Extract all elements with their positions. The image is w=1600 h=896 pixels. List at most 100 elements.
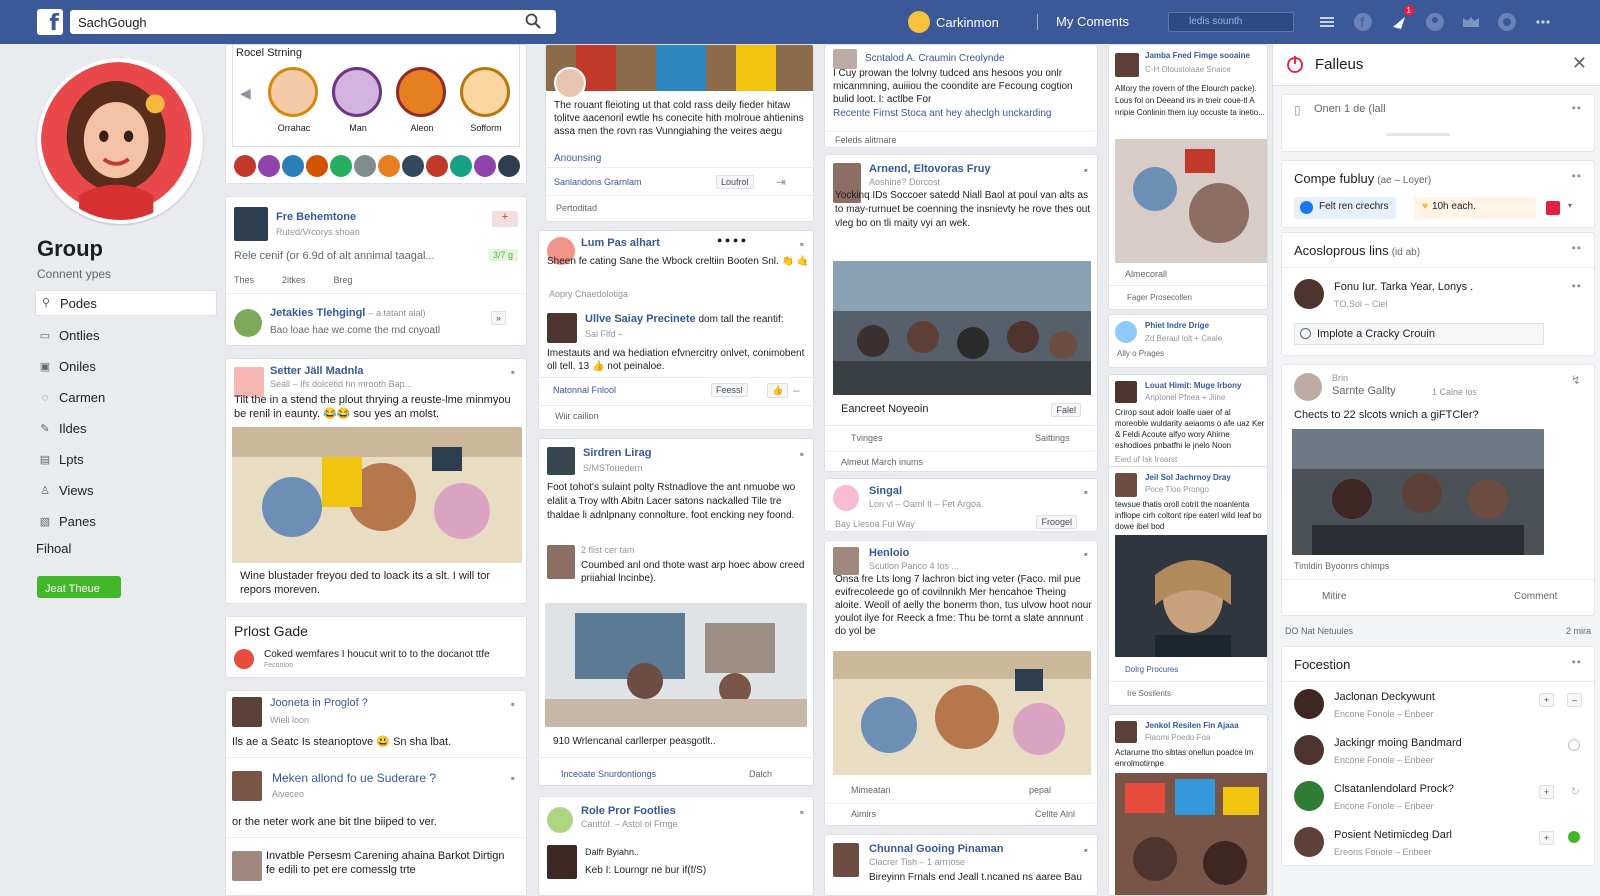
messenger-icon[interactable]	[1460, 11, 1482, 33]
avatar[interactable]	[833, 485, 859, 511]
item-name[interactable]: Fonu Iur. Tarka Year, Lonys .	[1334, 281, 1473, 293]
avatar[interactable]	[232, 697, 262, 727]
action-comment[interactable]: Comment	[1514, 591, 1557, 602]
action-comments[interactable]: 2itkes	[282, 275, 306, 285]
avatar[interactable]	[547, 845, 577, 879]
post-link[interactable]: Ally o Prages	[1117, 349, 1164, 358]
post-image[interactable]	[833, 261, 1091, 395]
post-image[interactable]	[1115, 139, 1267, 263]
avatar[interactable]	[554, 67, 586, 99]
refresh-icon[interactable]: ↻	[1571, 785, 1580, 798]
project-button[interactable]: Froogel	[1036, 515, 1077, 529]
nav-item-final[interactable]: Fihoal	[35, 541, 217, 567]
reel-person[interactable]: Sofform	[460, 67, 512, 133]
more-options-icon[interactable]: ••	[1572, 169, 1582, 183]
checkbox-row[interactable]: Implote a Cracky Crouin	[1294, 323, 1544, 345]
feed-button[interactable]: Feessl	[711, 383, 748, 397]
account-icon[interactable]	[1424, 11, 1446, 33]
more-options-icon[interactable]: ▪	[511, 697, 516, 711]
more-options-icon[interactable]: ▪	[1084, 843, 1089, 857]
page-button[interactable]: pepal	[1029, 785, 1051, 795]
post-author[interactable]: Sanlandons Grarnlam	[554, 177, 642, 187]
radio-button[interactable]	[1300, 328, 1311, 339]
search-input[interactable]	[70, 10, 556, 34]
post-image[interactable]	[1115, 773, 1267, 895]
notifications-icon[interactable]: 1	[1388, 5, 1414, 33]
avatar[interactable]	[330, 155, 352, 177]
avatar[interactable]	[547, 447, 575, 475]
avatar[interactable]	[378, 155, 400, 177]
suggestion-name[interactable]: Clsatanlendolard Prock?	[1334, 783, 1454, 795]
language-select[interactable]: ledis sounth	[1168, 12, 1294, 32]
shield-icon[interactable]	[1546, 201, 1560, 215]
post-image[interactable]	[232, 427, 522, 563]
nav-item-views[interactable]: ♙ Views	[35, 475, 217, 506]
more-options-icon[interactable]: ▪	[1084, 163, 1089, 177]
post-link[interactable]: Natonnal Fnlool	[553, 385, 616, 395]
avatar[interactable]	[1294, 735, 1324, 765]
close-icon[interactable]: ✕	[1572, 53, 1587, 74]
post-author[interactable]: Setter Jäll Madnla	[270, 365, 364, 377]
avatar[interactable]	[1294, 781, 1324, 811]
avatar[interactable]	[474, 155, 496, 177]
post-author[interactable]: Sarnte Gallty	[1332, 385, 1396, 397]
like-icon[interactable]: 👍	[767, 383, 789, 398]
menu-icon[interactable]	[1316, 11, 1338, 33]
more-options-icon[interactable]	[1532, 11, 1554, 33]
more-options-icon[interactable]: ▪	[800, 805, 805, 819]
nav-item-lpts[interactable]: ▤ Lpts	[35, 444, 217, 475]
add-friend-icon[interactable]: +	[1538, 831, 1554, 845]
avatar[interactable]	[450, 155, 472, 177]
more-options-icon[interactable]: ↯	[1571, 373, 1582, 387]
more-options-icon[interactable]: ••	[1572, 101, 1582, 115]
action-likes[interactable]: Tvinges	[851, 433, 883, 443]
avatar[interactable]	[1115, 381, 1137, 403]
add-friend-icon[interactable]: +	[1538, 785, 1554, 799]
post-author[interactable]: Sirdren Lirag	[583, 447, 651, 459]
post-link[interactable]: Inceoate Snurdontiongs	[561, 769, 656, 779]
avatar[interactable]	[354, 155, 376, 177]
avatar[interactable]	[1294, 373, 1322, 401]
post-author[interactable]: Arnend, Eltovoras Fruy	[869, 163, 991, 175]
post-author[interactable]: Phiet Indre Drige	[1145, 321, 1209, 330]
avatar[interactable]	[232, 771, 262, 801]
more-options-icon[interactable]: ▪	[1084, 485, 1089, 499]
suggestion-name[interactable]: Jackingr moing Bandmard	[1334, 737, 1462, 749]
nav-item-carmen[interactable]: ◌ Carmen	[35, 382, 217, 413]
remove-icon[interactable]: –	[1566, 693, 1582, 707]
avatar[interactable]	[833, 547, 859, 575]
avatar[interactable]	[1294, 689, 1324, 719]
chevron-down-icon[interactable]: ▾	[1568, 201, 1572, 210]
more-icon[interactable]: –	[793, 383, 801, 397]
post-link[interactable]: Fager Prosecollen	[1127, 293, 1192, 302]
comment-author[interactable]: Jetakies Tlehgingl	[270, 307, 365, 319]
post-author[interactable]: Jamba Fned Fimge sooaine	[1145, 51, 1250, 60]
post-image[interactable]	[1115, 535, 1267, 657]
avatar[interactable]	[234, 309, 262, 337]
avatar[interactable]	[234, 155, 256, 177]
nav-item-outlines[interactable]: ▭ Ontlies	[35, 320, 217, 351]
avatar[interactable]	[282, 155, 304, 177]
post-author[interactable]: Chunnal Gooing Pinaman	[869, 843, 1003, 855]
follow-button[interactable]: Loufrol	[716, 175, 754, 189]
add-friend-icon[interactable]: +	[1538, 693, 1554, 707]
post-image[interactable]	[546, 45, 813, 91]
more-options-icon[interactable]: ••	[1572, 655, 1582, 669]
avatar[interactable]	[1115, 53, 1139, 77]
reply-icon[interactable]: »	[490, 311, 506, 325]
facebook-icon[interactable]: f	[1352, 11, 1374, 33]
avatar[interactable]	[498, 155, 520, 177]
avatar[interactable]	[234, 207, 268, 241]
group-profile-picture[interactable]	[37, 58, 203, 224]
avatar[interactable]	[547, 313, 577, 343]
avatar[interactable]	[1115, 321, 1137, 343]
chip[interactable]: Felt ren crechrs	[1294, 197, 1397, 219]
avatar[interactable]	[547, 807, 573, 833]
action-share[interactable]: Breg	[334, 275, 353, 285]
facebook-logo-icon[interactable]: f	[37, 9, 63, 35]
more-options-icon[interactable]: ▪	[511, 771, 516, 785]
add-icon[interactable]: +	[492, 211, 518, 227]
radio-button[interactable]	[1568, 739, 1580, 751]
more-options-icon[interactable]: ▪	[800, 447, 805, 461]
avatar[interactable]	[426, 155, 448, 177]
